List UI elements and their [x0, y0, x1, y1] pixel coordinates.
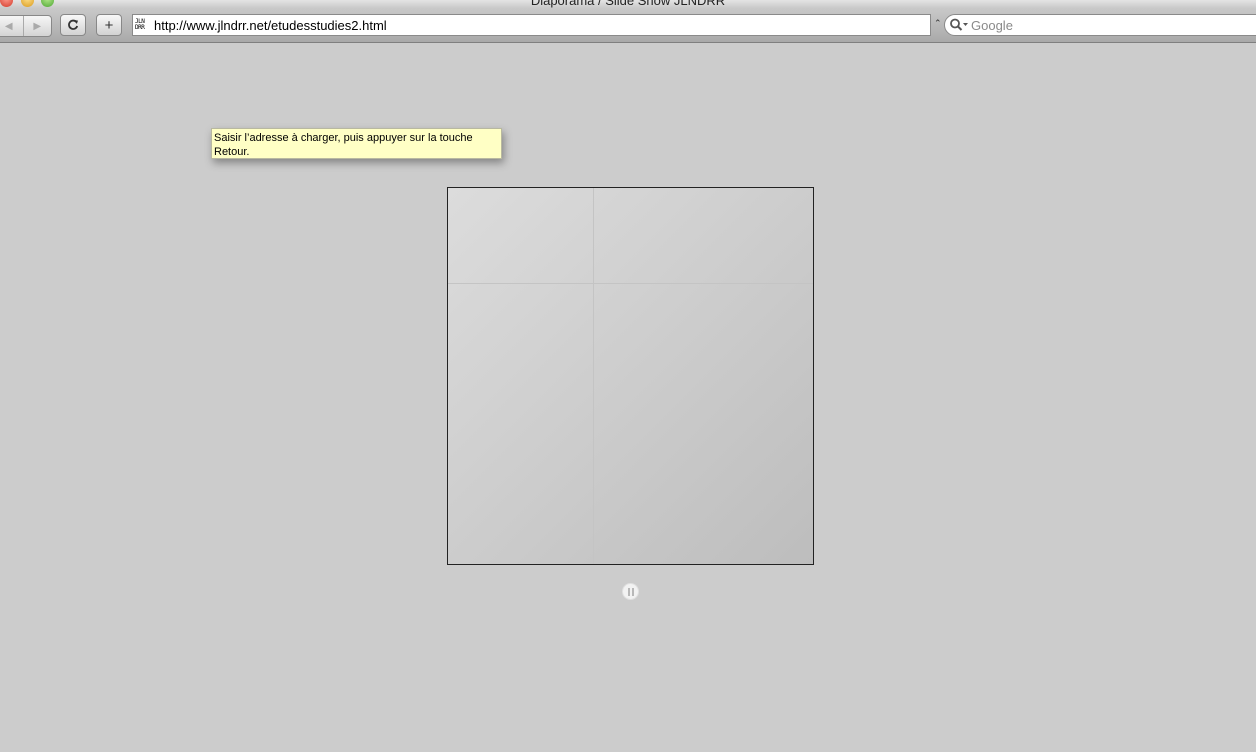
forward-arrow-icon: ▶	[33, 20, 42, 32]
address-history-chevron-icon[interactable]: ⌃	[934, 18, 942, 29]
search-input[interactable]	[971, 17, 1241, 33]
slide-tile	[448, 284, 594, 564]
browser-toolbar: ◀ ▶ + JLN DRR http://www.jlndrr.net/etud…	[0, 8, 1256, 43]
back-arrow-icon: ◀	[4, 20, 13, 32]
search-bar[interactable]	[944, 14, 1256, 36]
pause-icon-bar-right	[631, 587, 634, 596]
pause-button[interactable]	[622, 583, 639, 600]
slide-tile	[594, 188, 813, 284]
forward-button[interactable]: ▶	[24, 16, 52, 36]
add-label: +	[104, 16, 114, 34]
back-button[interactable]: ◀	[0, 16, 24, 36]
address-tooltip: Saisir l’adresse à charger, puis appuyer…	[211, 128, 502, 159]
url-text[interactable]: http://www.jlndrr.net/etudesstudies2.htm…	[154, 18, 387, 33]
site-favicon: JLN DRR	[135, 17, 151, 33]
slideshow-image	[447, 187, 814, 565]
favicon-text-line2: DRR	[135, 24, 145, 31]
reload-button[interactable]	[60, 14, 86, 36]
window-title: Diaporama / Slide Show JLNDRR	[530, 0, 726, 8]
back-forward-group: ◀ ▶	[0, 15, 52, 37]
search-icon[interactable]	[949, 17, 971, 33]
slide-tile	[594, 284, 813, 564]
title-bar: Diaporama / Slide Show JLNDRR	[0, 0, 1256, 8]
reload-icon	[68, 19, 79, 30]
address-bar[interactable]: JLN DRR http://www.jlndrr.net/etudesstud…	[132, 14, 931, 36]
pause-icon-bar-left	[627, 587, 630, 596]
add-bookmark-button[interactable]: +	[96, 14, 122, 36]
slide-tile	[448, 188, 594, 284]
